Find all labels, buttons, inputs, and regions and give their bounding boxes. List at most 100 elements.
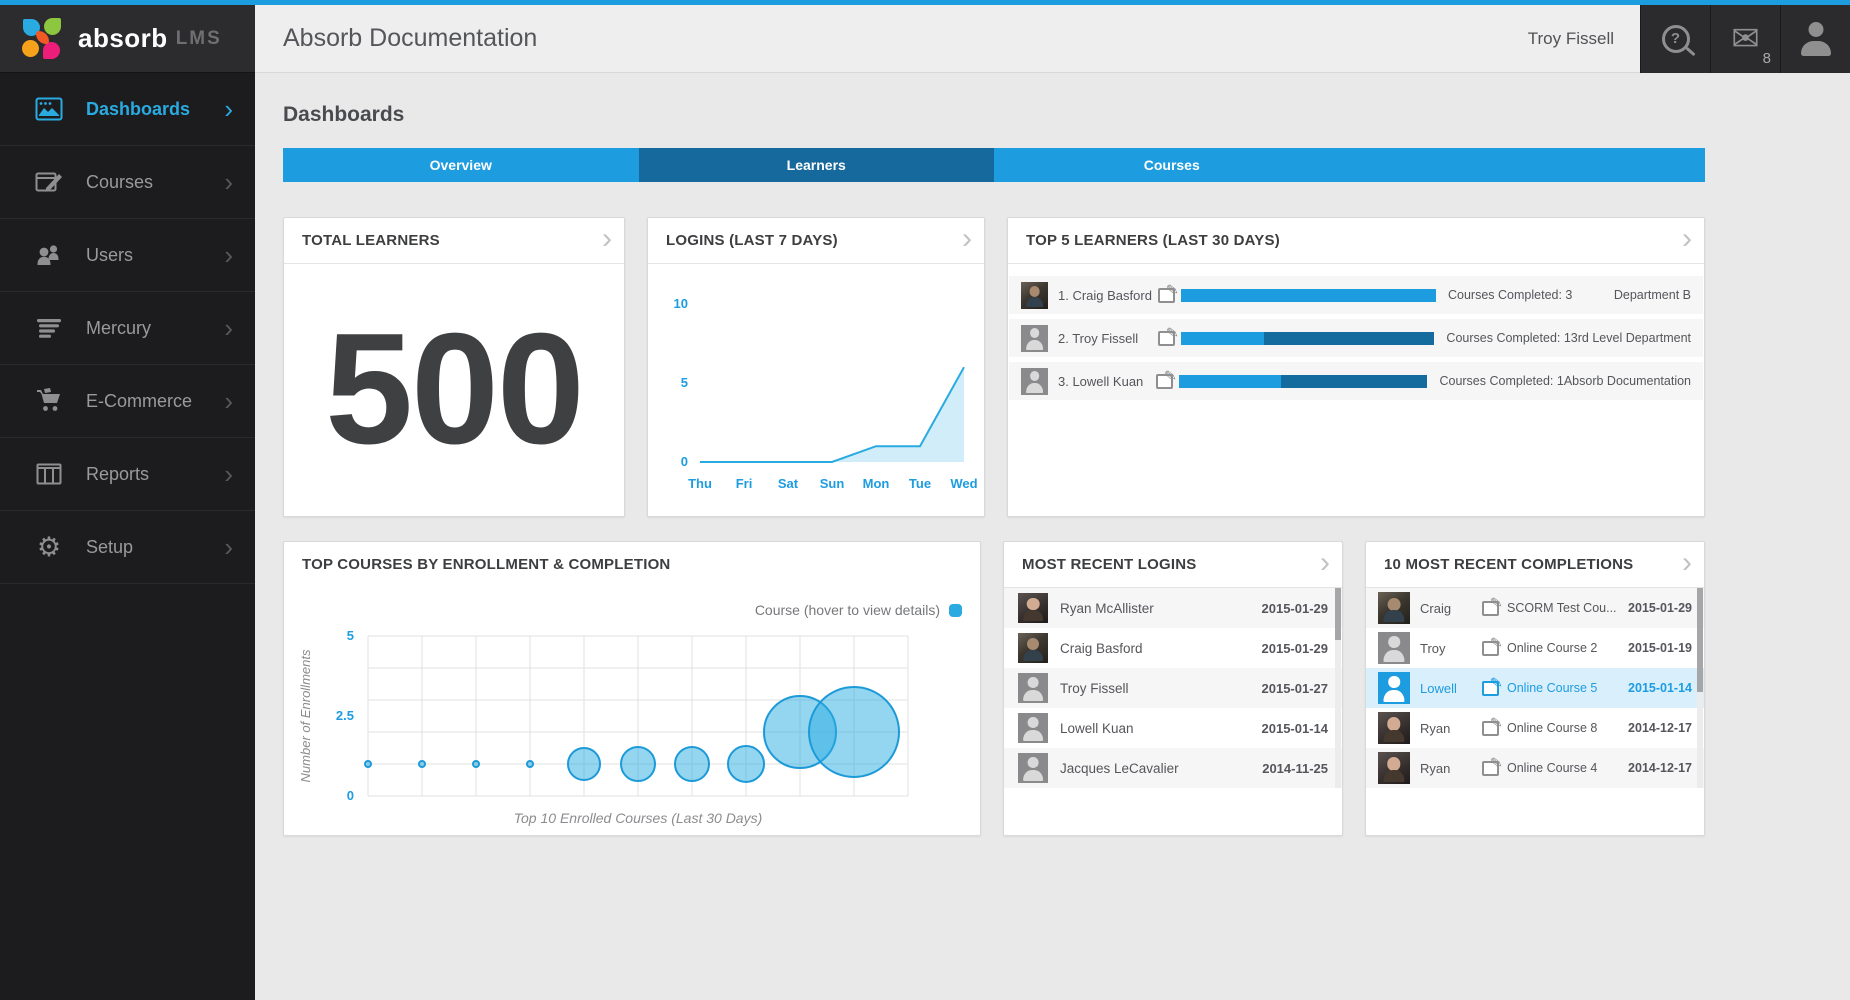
sidebar-item-setup[interactable]: ⚙ Setup › — [0, 511, 255, 584]
edit-note-icon[interactable] — [1156, 374, 1173, 389]
edit-note-icon[interactable] — [1482, 681, 1499, 696]
svg-text:Thu: Thu — [688, 476, 712, 491]
chevron-right-icon: › — [224, 172, 233, 192]
recent-completions-card: 10 MOST RECENT COMPLETIONS › Craig SCORM… — [1365, 541, 1705, 836]
brand-logo[interactable]: absorb LMS — [0, 5, 255, 73]
learner-name: 1. Craig Basford — [1058, 288, 1158, 303]
completion-bar — [1179, 375, 1428, 388]
courses-completed: Courses Completed: 3 — [1448, 288, 1572, 302]
absorb-logo-icon — [22, 18, 64, 60]
search-icon: ? — [1662, 25, 1690, 53]
svg-text:Mon: Mon — [863, 476, 890, 491]
login-row[interactable]: Lowell Kuan 2015-01-14 — [1004, 708, 1342, 748]
brand-name: absorb — [78, 23, 168, 54]
card-title: MOST RECENT LOGINS — [1004, 542, 1342, 588]
completion-row-selected[interactable]: Lowell Online Course 5 2015-01-14 — [1366, 668, 1704, 708]
learner-row[interactable]: 2. Troy Fissell Courses Completed: 1 3rd… — [1009, 319, 1703, 357]
page-title: Absorb Documentation — [283, 24, 537, 53]
login-row[interactable]: Ryan McAllister 2015-01-29 — [1004, 588, 1342, 628]
learner-row[interactable]: 1. Craig Basford Courses Completed: 3 De… — [1009, 276, 1703, 314]
users-icon — [34, 242, 64, 268]
login-row[interactable]: Craig Basford 2015-01-29 — [1004, 628, 1342, 668]
cards-row-2: TOP COURSES BY ENROLLMENT & COMPLETION C… — [283, 541, 1705, 836]
course-name: Online Course 5 — [1507, 681, 1622, 695]
svg-text:Fri: Fri — [736, 476, 753, 491]
user-name: Craig Basford — [1060, 641, 1143, 656]
login-date: 2015-01-27 — [1262, 681, 1329, 696]
login-row[interactable]: Jacques LeCavalier 2014-11-25 — [1004, 748, 1342, 788]
chevron-right-icon[interactable]: › — [1682, 218, 1692, 260]
avatar — [1021, 282, 1048, 309]
recent-logins-list: Ryan McAllister 2015-01-29 Craig Basford… — [1004, 588, 1342, 788]
card-title: TOP COURSES BY ENROLLMENT & COMPLETION — [284, 542, 980, 588]
completion-date: 2014-12-17 — [1628, 721, 1692, 735]
avatar — [1378, 592, 1410, 624]
messages-button[interactable]: ✉ 8 — [1710, 5, 1780, 73]
completion-row[interactable]: Troy Online Course 2 2015-01-19 — [1366, 628, 1704, 668]
svg-text:Number of Enrollments: Number of Enrollments — [298, 649, 313, 782]
card-title: TOP 5 LEARNERS (LAST 30 DAYS) — [1008, 218, 1704, 264]
sidebar-item-dashboards[interactable]: Dashboards › — [0, 73, 255, 146]
sidebar-item-label: Reports — [86, 464, 149, 485]
sidebar-item-ecommerce[interactable]: E-Commerce › — [0, 365, 255, 438]
learner-row[interactable]: 3. Lowell Kuan Courses Completed: 1 Abso… — [1009, 362, 1703, 400]
tab-courses[interactable]: Courses — [994, 148, 1350, 182]
user-name: Lowell — [1420, 681, 1482, 696]
chart-legend: Course (hover to view details) — [284, 588, 980, 618]
search-button[interactable]: ? — [1640, 5, 1710, 73]
sidebar-item-courses[interactable]: Courses › — [0, 146, 255, 219]
chevron-right-icon[interactable]: › — [1682, 542, 1692, 584]
scrollbar-thumb[interactable] — [1335, 588, 1341, 640]
completion-row[interactable]: Ryan Online Course 8 2014-12-17 — [1366, 708, 1704, 748]
edit-note-icon[interactable] — [1158, 331, 1175, 346]
mail-icon: ✉ — [1731, 24, 1760, 54]
chevron-right-icon[interactable]: › — [1320, 542, 1330, 584]
completion-date: 2015-01-29 — [1628, 601, 1692, 615]
sidebar-item-users[interactable]: Users › — [0, 219, 255, 292]
tab-overview[interactable]: Overview — [283, 148, 639, 182]
scrollbar-thumb[interactable] — [1697, 588, 1703, 692]
course-name: Online Course 4 — [1507, 761, 1622, 775]
completion-row[interactable]: Craig SCORM Test Cou... 2015-01-29 — [1366, 588, 1704, 628]
scrollbar-track[interactable] — [1697, 588, 1703, 788]
courses-completed: Courses Completed: 1 — [1446, 331, 1570, 345]
avatar — [1018, 713, 1048, 743]
avatar — [1378, 752, 1410, 784]
cart-icon — [34, 388, 64, 414]
svg-text:10: 10 — [674, 296, 688, 311]
sidebar-item-reports[interactable]: Reports › — [0, 438, 255, 511]
completion-row[interactable]: Ryan Online Course 4 2014-12-17 — [1366, 748, 1704, 788]
sidebar-item-mercury[interactable]: Mercury › — [0, 292, 255, 365]
course-name: Online Course 2 — [1507, 641, 1622, 655]
profile-button[interactable] — [1780, 5, 1850, 73]
completion-date: 2015-01-14 — [1628, 681, 1692, 695]
completion-bar — [1181, 289, 1436, 302]
edit-note-icon[interactable] — [1482, 641, 1499, 656]
edit-note-icon[interactable] — [1158, 288, 1175, 303]
current-user-name[interactable]: Troy Fissell — [1528, 29, 1614, 49]
sidebar-item-label: Mercury — [86, 318, 151, 339]
top5-list: 1. Craig Basford Courses Completed: 3 De… — [1008, 264, 1704, 400]
edit-note-icon[interactable] — [1482, 761, 1499, 776]
user-name: Jacques LeCavalier — [1060, 761, 1179, 776]
edit-note-icon[interactable] — [1482, 721, 1499, 736]
svg-text:Sat: Sat — [778, 476, 799, 491]
avatar — [1378, 672, 1410, 704]
user-name: Ryan — [1420, 721, 1482, 736]
card-title: 10 MOST RECENT COMPLETIONS — [1366, 542, 1704, 588]
login-row[interactable]: Troy Fissell 2015-01-27 — [1004, 668, 1342, 708]
avatar — [1018, 673, 1048, 703]
avatar — [1021, 368, 1048, 395]
tab-learners[interactable]: Learners — [639, 148, 995, 182]
avatar — [1378, 632, 1410, 664]
scrollbar-track[interactable] — [1335, 588, 1341, 788]
department: Absorb Documentation — [1564, 374, 1691, 388]
sidebar-item-label: Users — [86, 245, 133, 266]
chevron-right-icon[interactable]: › — [602, 218, 612, 260]
dashboards-heading: Dashboards — [283, 103, 1850, 127]
department: Department B — [1614, 288, 1691, 302]
top-accent-strip — [0, 0, 1850, 5]
sidebar: absorb LMS Dashboards › Courses › — [0, 5, 255, 1000]
chevron-right-icon[interactable]: › — [962, 218, 972, 260]
edit-note-icon[interactable] — [1482, 601, 1499, 616]
